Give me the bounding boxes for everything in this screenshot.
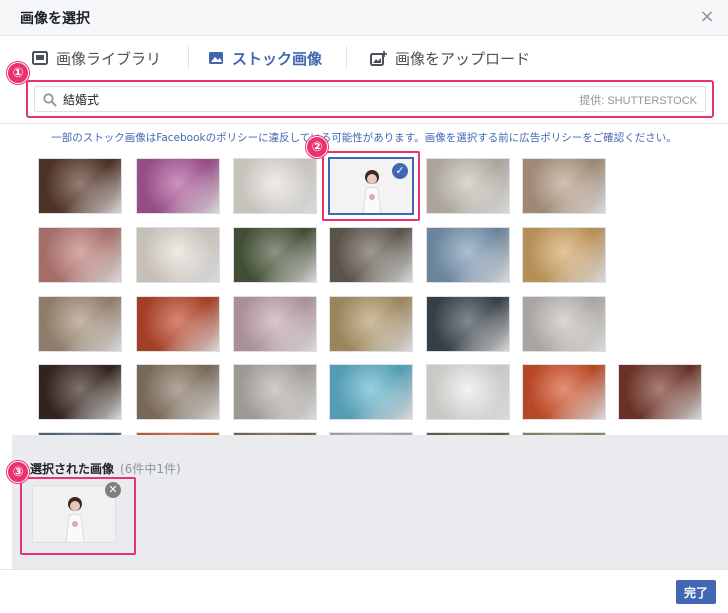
selected-image-picture: [33, 486, 115, 542]
stock-image-thumbnail[interactable]: [426, 158, 510, 214]
search-icon: [43, 93, 57, 107]
tab-divider: [346, 46, 347, 70]
divider: [0, 123, 728, 124]
stock-image-thumbnail[interactable]: [522, 364, 606, 420]
image-shading: [234, 297, 316, 351]
image-shading: [523, 365, 605, 419]
stock-image-thumbnail[interactable]: [329, 364, 413, 420]
stock-image-thumbnail[interactable]: [38, 296, 122, 352]
stock-image-thumbnail[interactable]: [329, 227, 413, 283]
stock-image-thumbnail[interactable]: [233, 227, 317, 283]
stock-image-thumbnail[interactable]: [38, 158, 122, 214]
dialog-title: 画像を選択: [20, 11, 90, 27]
stock-image-thumbnail[interactable]: [38, 364, 122, 420]
image-shading: [330, 297, 412, 351]
search-box[interactable]: 提供: SHUTTERSTOCK: [34, 86, 706, 112]
image-shading: [330, 365, 412, 419]
image-shading: [39, 297, 121, 351]
image-shading: [427, 159, 509, 213]
stock-image-grid: ✓: [0, 150, 728, 435]
search-highlight: 提供: SHUTTERSTOCK: [26, 80, 714, 118]
dialog-header: 画像を選択 ×: [0, 0, 728, 36]
tab-label: 画像ライブラリ: [56, 49, 162, 68]
image-shading: [427, 228, 509, 282]
annotation-badge-2: ②: [306, 136, 328, 158]
selected-label: 選択された画像: [30, 462, 115, 476]
search-input[interactable]: [63, 90, 503, 108]
image-shading: [427, 297, 509, 351]
image-shading: [330, 228, 412, 282]
image-shading: [137, 228, 219, 282]
selected-count: (6件中1件): [120, 462, 181, 476]
image-shading: [619, 365, 701, 419]
stock-image-thumbnail[interactable]: [618, 364, 702, 420]
selected-images-panel: 選択された画像 (6件中1件) ✕: [12, 435, 728, 569]
stock-image-thumbnail[interactable]: [426, 296, 510, 352]
image-shading: [234, 228, 316, 282]
stock-image-thumbnail[interactable]: [522, 158, 606, 214]
selected-images-heading: 選択された画像 (6件中1件): [30, 460, 181, 477]
image-shading: [39, 159, 121, 213]
checkmark-icon: ✓: [392, 163, 408, 179]
stock-image-thumbnail[interactable]: [233, 296, 317, 352]
image-shading: [523, 297, 605, 351]
image-shading: [137, 159, 219, 213]
image-shading: [523, 228, 605, 282]
image-shading: [137, 365, 219, 419]
close-icon[interactable]: ×: [696, 6, 718, 28]
stock-image-thumbnail[interactable]: [136, 227, 220, 283]
image-shading: [137, 297, 219, 351]
tab-divider: [188, 46, 189, 70]
image-library-icon: [32, 51, 48, 65]
image-shading: [39, 228, 121, 282]
stock-image-thumbnail[interactable]: [136, 364, 220, 420]
policy-notice[interactable]: 一部のストック画像はFacebookのポリシーに違反している可能性があります。画…: [0, 130, 728, 145]
tab-image-library[interactable]: 画像ライブラリ: [32, 40, 161, 76]
stock-image-thumbnail[interactable]: [426, 227, 510, 283]
remove-selected-icon[interactable]: ✕: [105, 482, 121, 498]
dialog-footer: 完了: [0, 569, 728, 613]
image-shading: [523, 159, 605, 213]
stock-image-thumbnail[interactable]: [329, 296, 413, 352]
done-button[interactable]: 完了: [676, 580, 716, 604]
image-shading: [39, 365, 121, 419]
annotation-badge-1: ①: [7, 62, 29, 84]
stock-image-thumbnail[interactable]: [522, 296, 606, 352]
stock-image-thumbnail[interactable]: [233, 158, 317, 214]
stock-image-thumbnail[interactable]: [426, 364, 510, 420]
tab-upload-image[interactable]: 画像をアップロード: [370, 40, 530, 76]
stock-image-thumbnail[interactable]: [233, 364, 317, 420]
stock-image-thumbnail[interactable]: [38, 227, 122, 283]
stock-image-thumbnail[interactable]: [136, 296, 220, 352]
provider-credit: 提供: SHUTTERSTOCK: [579, 95, 697, 107]
tab-label: 画像をアップロード: [395, 49, 531, 68]
image-shading: [427, 365, 509, 419]
stock-image-icon: [209, 52, 223, 64]
tab-stock-images[interactable]: ストック画像: [208, 40, 322, 76]
tab-label: ストック画像: [232, 49, 323, 68]
image-upload-icon: [370, 50, 387, 66]
tab-bar: 画像ライブラリ ストック画像 画像をアップロード: [12, 40, 728, 76]
stock-image-thumbnail[interactable]: ✓: [328, 157, 414, 215]
stock-image-thumbnail[interactable]: [136, 158, 220, 214]
image-shading: [234, 159, 316, 213]
selected-image-thumbnail[interactable]: [32, 485, 116, 543]
image-shading: [234, 365, 316, 419]
stock-image-thumbnail[interactable]: [522, 227, 606, 283]
annotation-badge-3: ③: [7, 461, 29, 483]
